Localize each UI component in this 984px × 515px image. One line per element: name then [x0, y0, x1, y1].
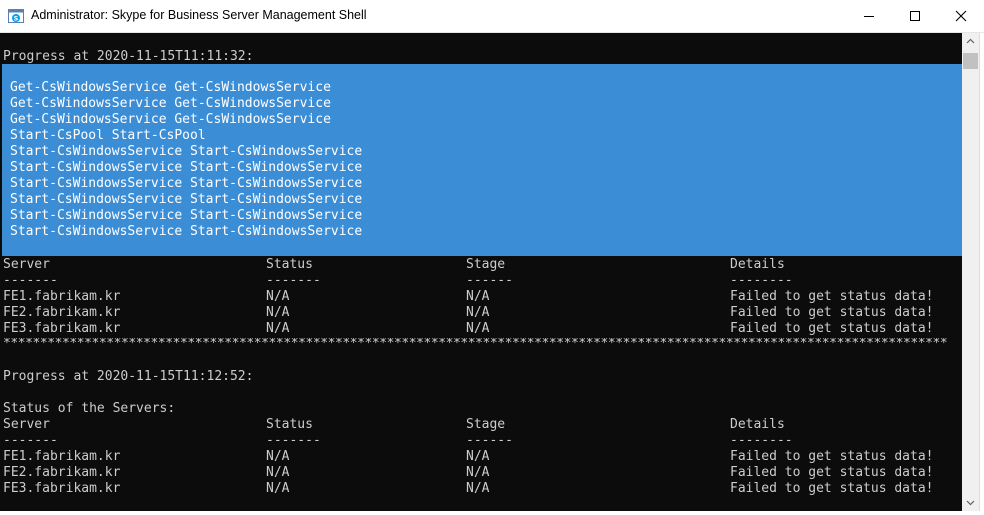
separator-line: ****************************************…	[3, 338, 947, 350]
cell-stage: N/A	[466, 321, 490, 336]
scroll-down-button[interactable]	[962, 494, 979, 511]
selected-line: Start-CsWindowsService Start-CsWindowsSe…	[10, 176, 363, 191]
cell-server: FE3.fabrikam.kr	[3, 481, 121, 496]
close-icon	[955, 10, 967, 22]
cell-details: Failed to get status data!	[730, 305, 934, 320]
header-underline: -------	[266, 433, 321, 448]
cell-details: Failed to get status data!	[730, 465, 934, 480]
skype-powershell-icon[interactable]: S	[8, 8, 24, 24]
minimize-button[interactable]	[846, 0, 892, 32]
selected-line: Start-CsWindowsService Start-CsWindowsSe…	[10, 224, 363, 239]
selected-text-block[interactable]: Get-CsWindowsService Get-CsWindowsServic…	[2, 64, 962, 256]
minimize-icon	[864, 16, 874, 17]
cell-stage: N/A	[466, 305, 490, 320]
cell-status: N/A	[266, 465, 290, 480]
scroll-up-button[interactable]	[962, 33, 979, 50]
cell-stage: N/A	[466, 481, 490, 496]
console-output[interactable]: Progress at 2020-11-15T11:11:32: Get-CsW…	[0, 33, 962, 511]
status-heading: Status of the Servers:	[3, 401, 176, 416]
cell-server: FE3.fabrikam.kr	[3, 321, 121, 336]
header-underline: ------	[466, 273, 513, 288]
title-bar[interactable]: S Administrator: Skype for Business Serv…	[0, 0, 984, 33]
header-underline: ------	[466, 433, 513, 448]
cell-server: FE2.fabrikam.kr	[3, 305, 121, 320]
maximize-icon	[910, 11, 920, 21]
cell-stage: N/A	[466, 289, 490, 304]
background-window-edge	[979, 33, 984, 511]
window-title: Administrator: Skype for Business Server…	[31, 8, 367, 22]
selected-line: Get-CsWindowsService Get-CsWindowsServic…	[10, 112, 331, 127]
cell-status: N/A	[266, 289, 290, 304]
chevron-down-icon	[966, 500, 975, 506]
cell-stage: N/A	[466, 465, 490, 480]
selected-line: Get-CsWindowsService Get-CsWindowsServic…	[10, 80, 331, 95]
cell-server: FE1.fabrikam.kr	[3, 449, 121, 464]
shell-window: S Administrator: Skype for Business Serv…	[0, 0, 984, 511]
cell-status: N/A	[266, 481, 290, 496]
header-underline: -------	[3, 433, 58, 448]
header-underline: --------	[730, 433, 793, 448]
header-stage: Stage	[466, 417, 506, 432]
svg-text:S: S	[14, 15, 19, 23]
header-stage: Stage	[466, 257, 506, 272]
cell-status: N/A	[266, 449, 290, 464]
cell-status: N/A	[266, 321, 290, 336]
header-server: Server	[3, 257, 50, 272]
chevron-up-icon	[966, 38, 975, 44]
cell-server: FE1.fabrikam.kr	[3, 289, 121, 304]
cell-status: N/A	[266, 305, 290, 320]
selected-line: Start-CsPool Start-CsPool	[10, 128, 206, 143]
cell-server: FE2.fabrikam.kr	[3, 465, 121, 480]
progress-line-2: Progress at 2020-11-15T11:12:52:	[3, 369, 254, 384]
header-underline: -------	[266, 273, 321, 288]
close-button[interactable]	[938, 0, 984, 32]
header-details: Details	[730, 417, 785, 432]
scrollbar-thumb[interactable]	[963, 53, 978, 69]
cell-stage: N/A	[466, 449, 490, 464]
header-status: Status	[266, 417, 313, 432]
selected-line: Start-CsWindowsService Start-CsWindowsSe…	[10, 208, 363, 223]
vertical-scrollbar[interactable]	[962, 33, 979, 511]
header-details: Details	[730, 257, 785, 272]
selected-line: Start-CsWindowsService Start-CsWindowsSe…	[10, 160, 363, 175]
cell-details: Failed to get status data!	[730, 449, 934, 464]
header-underline: --------	[730, 273, 793, 288]
header-server: Server	[3, 417, 50, 432]
cell-details: Failed to get status data!	[730, 289, 934, 304]
header-underline: -------	[3, 273, 58, 288]
selected-line: Get-CsWindowsService Get-CsWindowsServic…	[10, 96, 331, 111]
selected-line: Start-CsWindowsService Start-CsWindowsSe…	[10, 192, 363, 207]
cell-details: Failed to get status data!	[730, 481, 934, 496]
maximize-button[interactable]	[892, 0, 938, 32]
selected-line: Start-CsWindowsService Start-CsWindowsSe…	[10, 144, 363, 159]
header-status: Status	[266, 257, 313, 272]
progress-line-1: Progress at 2020-11-15T11:11:32:	[3, 49, 254, 64]
cell-details: Failed to get status data!	[730, 321, 934, 336]
